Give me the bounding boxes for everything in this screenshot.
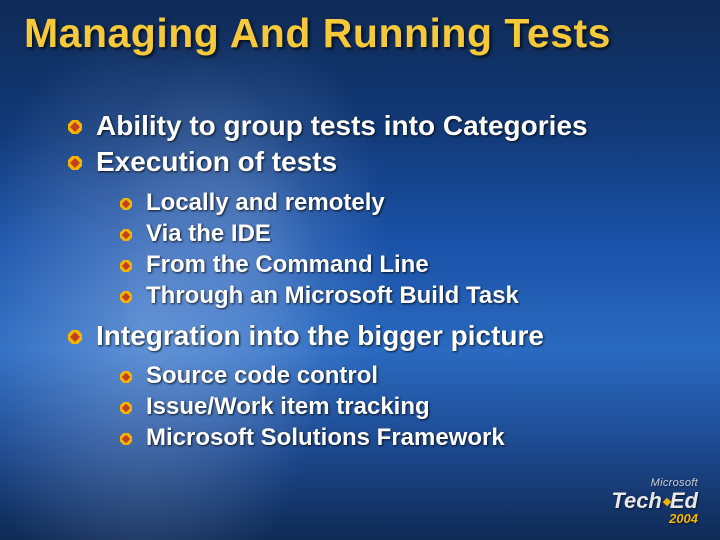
bullet-text: Integration into the bigger picture <box>96 318 544 354</box>
sub-bullet-item: Source code control <box>120 360 680 391</box>
bullet-icon <box>120 401 132 419</box>
footer-year: 2004 <box>611 511 698 526</box>
bullet-text: Through an Microsoft Build Task <box>146 280 519 311</box>
bullet-item: Ability to group tests into Categories <box>68 108 680 144</box>
bullet-icon <box>68 330 82 349</box>
footer-brand: Microsoft <box>611 477 698 489</box>
sub-bullet-item: Issue/Work item tracking <box>120 391 680 422</box>
bullet-text: Execution of tests <box>96 144 337 180</box>
bullet-text: From the Command Line <box>146 249 429 280</box>
bullet-icon <box>120 432 132 450</box>
bullet-item: Integration into the bigger picture <box>68 318 680 354</box>
slide-content: Ability to group tests into Categories E… <box>48 108 680 453</box>
bullet-text: Source code control <box>146 360 378 391</box>
sub-bullet-item: Locally and remotely <box>120 187 680 218</box>
bullet-icon <box>120 197 132 215</box>
bullet-text: Microsoft Solutions Framework <box>146 422 505 453</box>
footer-logo: Microsoft TechEd 2004 <box>611 477 698 526</box>
bullet-text: Locally and remotely <box>146 187 385 218</box>
bullet-text: Ability to group tests into Categories <box>96 108 588 144</box>
sub-bullet-item: Via the IDE <box>120 218 680 249</box>
footer-event: TechEd <box>611 490 698 512</box>
bullet-icon <box>120 370 132 388</box>
dot-icon <box>663 498 671 506</box>
bullet-icon <box>68 120 82 139</box>
bullet-item: Execution of tests <box>68 144 680 180</box>
bullet-text: Issue/Work item tracking <box>146 391 430 422</box>
slide-title: Managing And Running Tests <box>24 10 696 57</box>
bullet-icon <box>120 290 132 308</box>
bullet-text: Via the IDE <box>146 218 271 249</box>
bullet-icon <box>120 259 132 277</box>
sub-bullet-item: From the Command Line <box>120 249 680 280</box>
bullet-icon <box>68 156 82 175</box>
sub-bullet-item: Through an Microsoft Build Task <box>120 280 680 311</box>
slide: Managing And Running Tests Ability to gr… <box>0 0 720 540</box>
sub-bullet-item: Microsoft Solutions Framework <box>120 422 680 453</box>
bullet-icon <box>120 228 132 246</box>
